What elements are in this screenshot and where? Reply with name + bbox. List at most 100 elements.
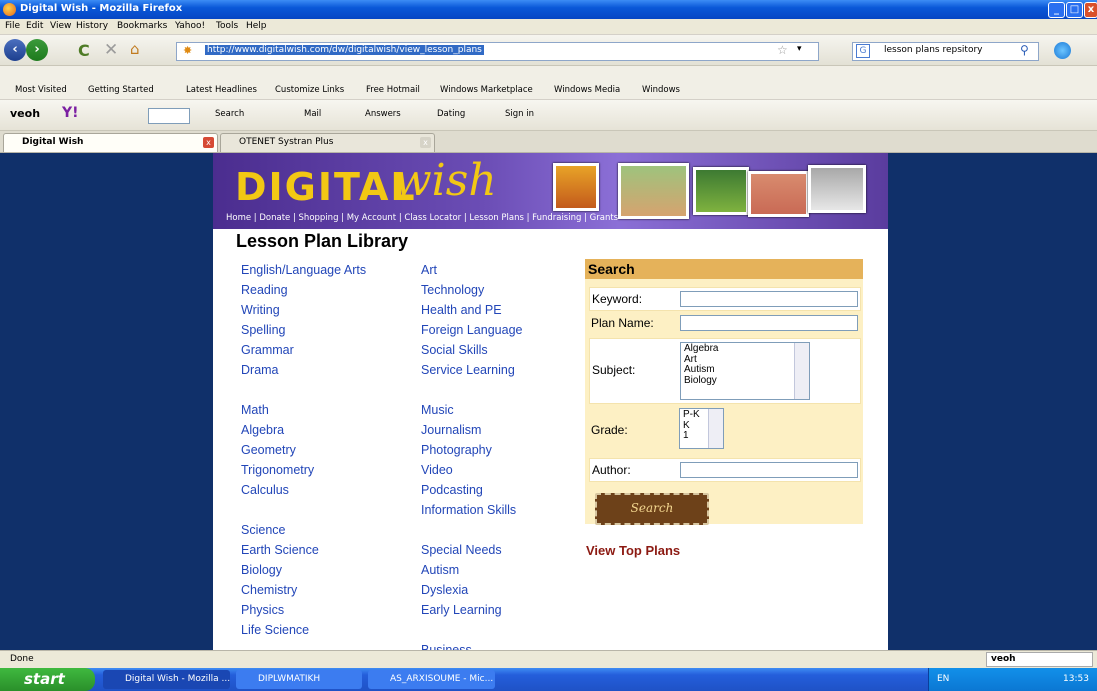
url-text[interactable]: http://www.digitalwish.com/dw/digitalwis… bbox=[205, 45, 484, 55]
menu-bookmarks[interactable]: Bookmarks bbox=[117, 21, 167, 31]
addon-icon[interactable] bbox=[1054, 42, 1071, 59]
tab-otenet[interactable]: OTENET Systran Plus x bbox=[220, 133, 435, 152]
category-link[interactable]: Early Learning bbox=[421, 601, 522, 621]
category-link[interactable]: Calculus bbox=[241, 481, 366, 501]
search-button[interactable]: Search bbox=[595, 493, 709, 525]
category-link[interactable]: Earth Science bbox=[241, 541, 366, 561]
category-link[interactable]: Business bbox=[421, 641, 522, 650]
category-link[interactable]: Podcasting bbox=[421, 481, 522, 501]
search-input[interactable]: lesson plans repsitory bbox=[884, 45, 982, 55]
category-link[interactable]: Health and PE bbox=[421, 301, 522, 321]
reload-icon[interactable]: C bbox=[78, 41, 90, 60]
category-link[interactable]: Social Skills bbox=[421, 341, 522, 361]
scrollbar[interactable] bbox=[794, 343, 809, 399]
plan-name-input[interactable] bbox=[680, 315, 858, 331]
wish-logo: wish bbox=[394, 155, 497, 206]
address-bar[interactable]: ✸ http://www.digitalwish.com/dw/digitalw… bbox=[176, 42, 819, 61]
category-link[interactable]: Spelling bbox=[241, 321, 366, 341]
category-link[interactable]: Biology bbox=[241, 561, 366, 581]
category-link[interactable]: Drama bbox=[241, 361, 366, 381]
category-link[interactable]: Chemistry bbox=[241, 581, 366, 601]
view-top-plans-link[interactable]: View Top Plans bbox=[586, 543, 680, 558]
toolbar-sign-in[interactable]: Sign in bbox=[505, 109, 534, 119]
category-link[interactable]: Information Skills bbox=[421, 501, 522, 521]
category-link[interactable]: Dyslexia bbox=[421, 581, 522, 601]
bookmark-getting-started[interactable]: Getting Started bbox=[88, 85, 154, 95]
bookmark-free-hotmail[interactable]: Free Hotmail bbox=[366, 85, 420, 95]
task-word[interactable]: AS_ARXISOUME - Mic... bbox=[368, 670, 495, 689]
task-folder[interactable]: DIPLWMATIKH bbox=[236, 670, 362, 689]
scrollbar[interactable] bbox=[708, 409, 723, 448]
task-firefox[interactable]: Digital Wish - Mozilla ... bbox=[103, 670, 230, 689]
category-link[interactable]: Journalism bbox=[421, 421, 522, 441]
veoh-logo[interactable]: veoh bbox=[10, 107, 40, 120]
yahoo-logo[interactable]: Y! bbox=[62, 105, 79, 121]
bookmark-windows-marketplace[interactable]: Windows Marketplace bbox=[440, 85, 533, 95]
select-option[interactable]: Biology bbox=[684, 375, 809, 387]
category-link[interactable]: Writing bbox=[241, 301, 366, 321]
tab-close-icon[interactable]: x bbox=[203, 137, 214, 148]
stop-icon[interactable]: ✕ bbox=[104, 40, 118, 60]
category-link[interactable]: Video bbox=[421, 461, 522, 481]
category-link[interactable]: Physics bbox=[241, 601, 366, 621]
category-link[interactable]: Life Science bbox=[241, 621, 366, 641]
category-link[interactable]: Special Needs bbox=[421, 541, 522, 561]
star-icon[interactable]: ☆ bbox=[777, 43, 788, 57]
select-option[interactable]: Autism bbox=[684, 364, 809, 376]
bookmark-windows-media[interactable]: Windows Media bbox=[554, 85, 620, 95]
bookmark-windows[interactable]: Windows bbox=[642, 85, 680, 95]
grade-select[interactable]: P-K K 1 bbox=[679, 408, 724, 449]
search-bar[interactable]: G lesson plans repsitory ⚲ bbox=[852, 42, 1039, 61]
category-link[interactable]: Photography bbox=[421, 441, 522, 461]
category-link[interactable]: Service Learning bbox=[421, 361, 522, 381]
category-link[interactable]: Science bbox=[241, 521, 366, 541]
forward-button[interactable]: › bbox=[26, 39, 48, 61]
yahoo-search-input[interactable] bbox=[148, 108, 190, 124]
category-link[interactable]: Reading bbox=[241, 281, 366, 301]
maximize-icon[interactable]: □ bbox=[1066, 2, 1083, 18]
menu-history[interactable]: History bbox=[76, 21, 108, 31]
category-link[interactable]: Algebra bbox=[241, 421, 366, 441]
menu-view[interactable]: View bbox=[50, 21, 71, 31]
category-link[interactable]: Trigonometry bbox=[241, 461, 366, 481]
minimize-icon[interactable]: _ bbox=[1048, 2, 1065, 18]
author-input[interactable] bbox=[680, 462, 858, 478]
category-link[interactable]: Autism bbox=[421, 561, 522, 581]
search-icon[interactable]: ⚲ bbox=[1020, 43, 1029, 57]
google-icon[interactable]: G bbox=[856, 44, 870, 58]
menu-tools[interactable]: Tools bbox=[216, 21, 238, 31]
subject-select[interactable]: Algebra Art Autism Biology bbox=[680, 342, 810, 400]
category-link[interactable]: Technology bbox=[421, 281, 522, 301]
language-indicator[interactable]: EN bbox=[937, 674, 949, 684]
category-link[interactable]: Music bbox=[421, 401, 522, 421]
clock[interactable]: 13:53 bbox=[1063, 674, 1089, 684]
toolbar-dating[interactable]: Dating bbox=[437, 109, 465, 119]
close-icon[interactable]: x bbox=[1084, 2, 1097, 18]
bookmark-most-visited[interactable]: Most Visited bbox=[15, 85, 67, 95]
home-icon[interactable]: ⌂ bbox=[130, 40, 140, 58]
keyword-input[interactable] bbox=[680, 291, 858, 307]
bookmark-customize-links[interactable]: Customize Links bbox=[275, 85, 344, 95]
toolbar-search[interactable]: Search bbox=[215, 109, 244, 119]
menu-file[interactable]: File bbox=[5, 21, 20, 31]
category-link[interactable]: Art bbox=[421, 261, 522, 281]
tab-close-icon[interactable]: x bbox=[420, 137, 431, 148]
toolbar-mail[interactable]: Mail bbox=[304, 109, 321, 119]
bookmark-latest-headlines[interactable]: Latest Headlines bbox=[186, 85, 257, 95]
toolbar-answers[interactable]: Answers bbox=[365, 109, 401, 119]
veoh-status-widget[interactable]: veoh bbox=[986, 652, 1093, 667]
category-link[interactable]: English/Language Arts bbox=[241, 261, 366, 281]
category-link[interactable]: Math bbox=[241, 401, 366, 421]
category-link[interactable]: Foreign Language bbox=[421, 321, 522, 341]
banner-nav[interactable]: Home | Donate | Shopping | My Account | … bbox=[226, 213, 618, 223]
select-option[interactable]: Algebra bbox=[684, 343, 809, 355]
start-button[interactable]: start bbox=[0, 668, 95, 691]
menu-help[interactable]: Help bbox=[246, 21, 267, 31]
category-link[interactable]: Geometry bbox=[241, 441, 366, 461]
back-button[interactable]: ‹ bbox=[4, 39, 26, 61]
menu-yahoo[interactable]: Yahoo! bbox=[175, 21, 205, 31]
category-link[interactable]: Grammar bbox=[241, 341, 366, 361]
menu-edit[interactable]: Edit bbox=[26, 21, 43, 31]
tab-digital-wish[interactable]: Digital Wish x bbox=[3, 133, 218, 152]
dropdown-icon[interactable]: ▾ bbox=[797, 44, 802, 54]
